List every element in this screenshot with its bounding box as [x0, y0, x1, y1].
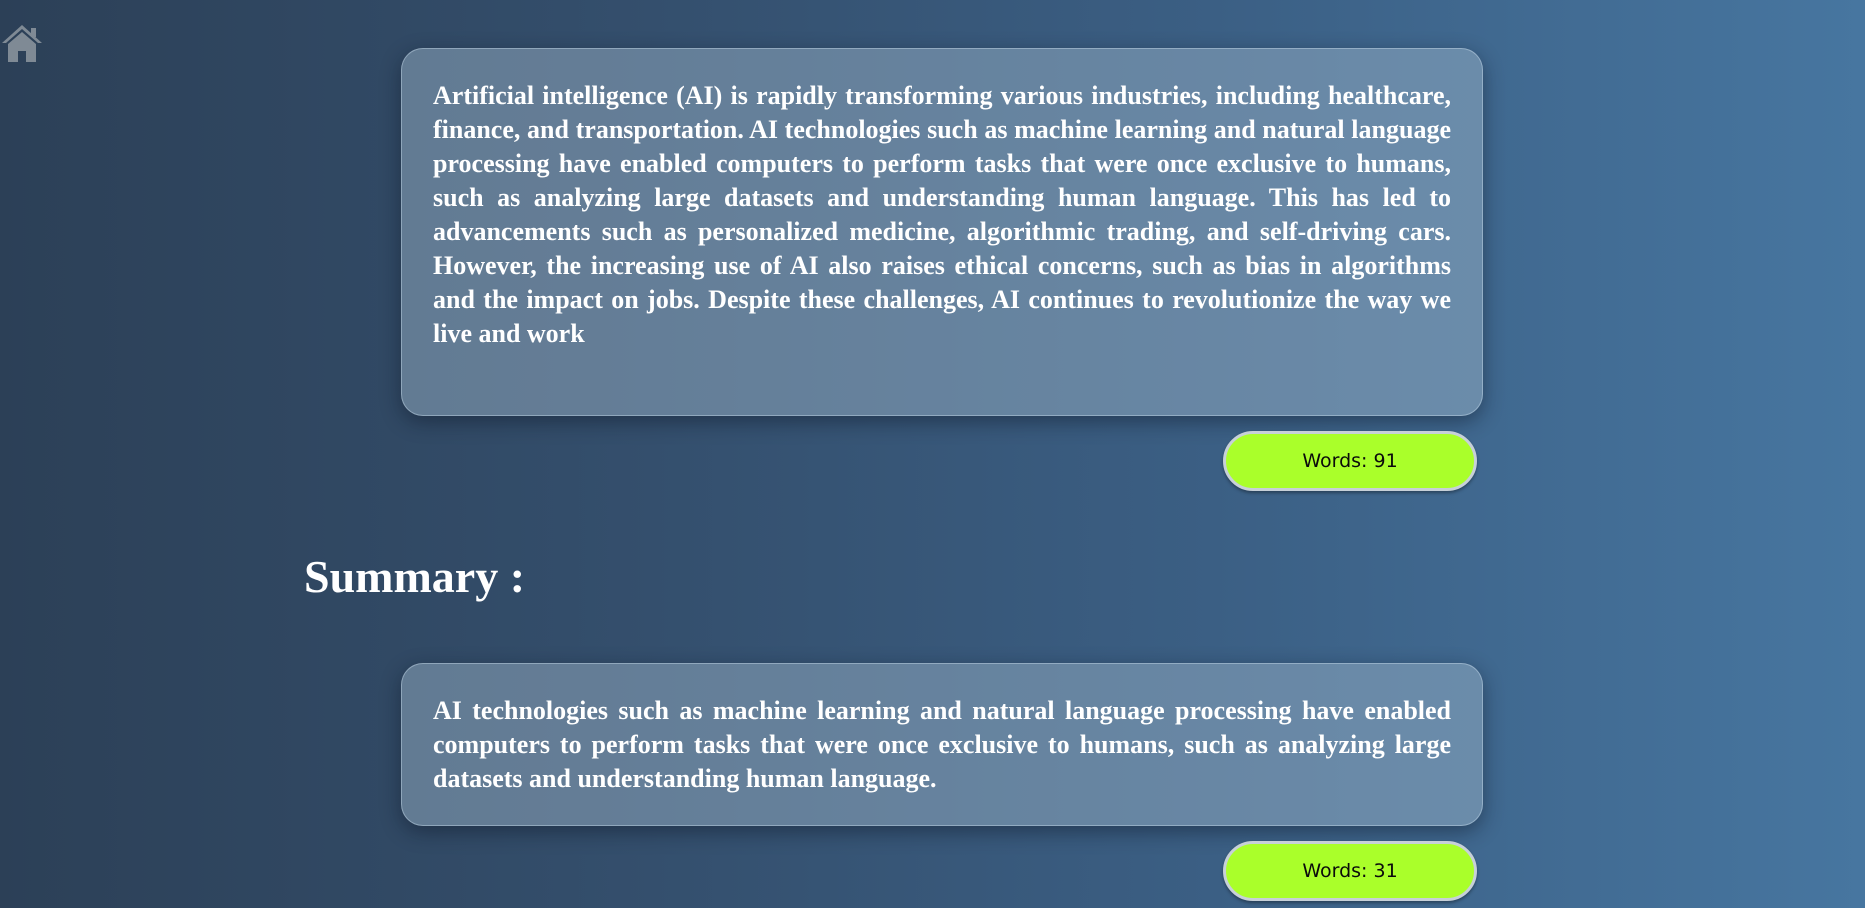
summary-word-count-label: Words: 31 [1302, 860, 1398, 882]
original-text-card: Artificial intelligence (AI) is rapidly … [401, 48, 1483, 416]
original-word-count-label: Words: 91 [1302, 450, 1398, 472]
summary-text-card: AI technologies such as machine learning… [401, 663, 1483, 826]
original-text: Artificial intelligence (AI) is rapidly … [433, 81, 1451, 348]
original-word-count-badge[interactable]: Words: 91 [1223, 431, 1477, 491]
home-icon[interactable] [0, 22, 44, 64]
summary-text: AI technologies such as machine learning… [433, 696, 1451, 793]
summary-word-count-badge[interactable]: Words: 31 [1223, 841, 1477, 901]
summary-heading: Summary : [304, 551, 526, 602]
